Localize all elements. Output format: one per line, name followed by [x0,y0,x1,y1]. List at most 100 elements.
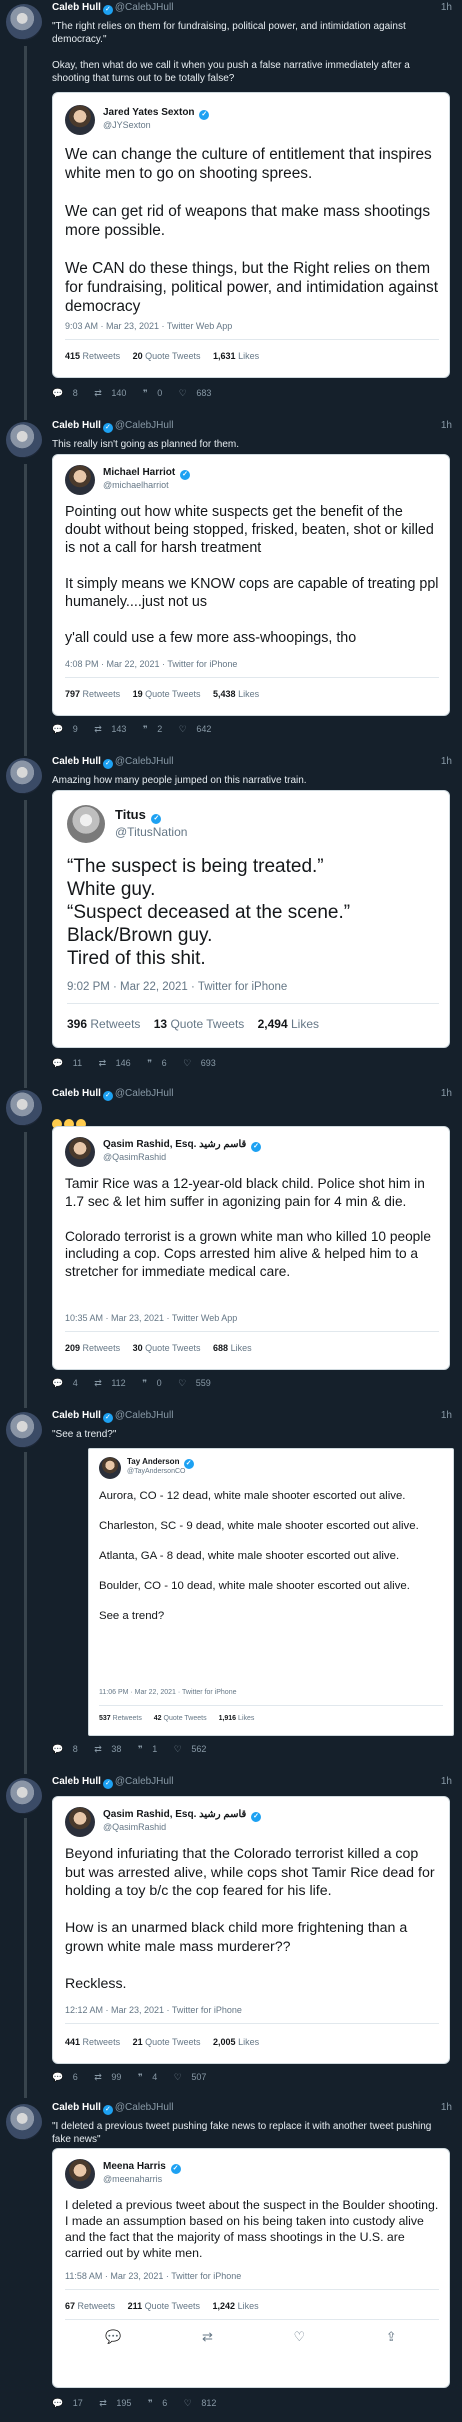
quoted-tweet-card[interactable]: Tay Anderson ✓ @TayAndersonCO Aurora, CO… [88,1448,454,1736]
tweet-time[interactable]: 1h [441,2102,452,2113]
quoted-tweet-card[interactable]: Qasim Rashid, Esq. قاسم رشید ✓ @QasimRas… [52,1126,450,1370]
tweet-time[interactable]: 1h [441,2,452,13]
quote-icon: ❞ [142,388,148,398]
like-button[interactable]: ♡ 507 [174,2072,214,2082]
tweet-header: Caleb Hull ✓ @CalebJHull 1h [52,756,452,770]
quoted-tweet-text: I deleted a previous tweet about the sus… [65,2198,439,2260]
author-name[interactable]: Caleb Hull [52,1088,101,1099]
quoted-tweet-card[interactable]: Titus ✓ @TitusNation “The suspect is bei… [52,790,450,1048]
avatar[interactable] [6,4,42,40]
quoted-tweet-meta: 10:35 AM · Mar 23, 2021 · Twitter Web Ap… [65,1313,238,1323]
author-handle[interactable]: @CalebJHull [115,1776,174,1787]
quote-button[interactable]: ❞ 6 [148,2398,174,2408]
thread-tweet[interactable]: Caleb Hull ✓ @CalebJHull 1h "I deleted a p… [0,2100,462,2422]
tweet-time[interactable]: 1h [441,1776,452,1787]
quoted-tweet-text: “The suspect is being treated.” White gu… [67,856,351,969]
quote-button[interactable]: ❞ 2 [143,724,169,734]
quote-button[interactable]: ❞ 1 [138,1744,164,1754]
share-icon[interactable]: ⇪ [386,2329,397,2345]
retweet-icon: ⇄ [94,724,102,734]
reply-button[interactable]: 💬 6 [52,2072,85,2082]
like-button[interactable]: ♡ 812 [184,2398,224,2408]
author-handle[interactable]: @CalebJHull [115,1410,174,1421]
like-button[interactable]: ♡ 559 [178,1378,218,1388]
thread-tweet[interactable]: Caleb Hull ✓ @CalebJHull 1h Qasim Rashid, … [0,1774,462,2100]
thread-tweet[interactable]: Caleb Hull ✓ @CalebJHull 1h Qasim Rashid, … [0,1086,462,1408]
tweet-time[interactable]: 1h [441,756,452,767]
author-name[interactable]: Caleb Hull [52,2,101,13]
quoted-avatar [65,1807,95,1837]
heart-icon: ♡ [183,1058,192,1068]
like-button[interactable]: ♡ 642 [179,724,219,734]
thread-tweet[interactable]: Caleb Hull ✓ @CalebJHull 1h Amazing how ma… [0,754,462,1086]
quoted-tweet-card[interactable]: Jared Yates Sexton ✓ @JYSexton We can ch… [52,92,450,378]
reply-icon[interactable]: 💬 [105,2329,121,2345]
heart-icon: ♡ [173,1744,182,1754]
author-handle[interactable]: @CalebJHull [115,756,174,767]
tweet-time[interactable]: 1h [441,1088,452,1099]
author-name[interactable]: Caleb Hull [52,2102,101,2113]
heart-icon: ♡ [178,388,187,398]
author-handle[interactable]: @CalebJHull [115,420,174,431]
heart-icon[interactable]: ♡ [294,2329,306,2345]
author-handle[interactable]: @CalebJHull [115,1088,174,1099]
avatar[interactable] [6,1412,42,1448]
quoted-tweet-card[interactable]: Meena Harris ✓ @meenaharris I deleted a … [52,2148,450,2388]
like-button[interactable]: ♡ 693 [183,1058,223,1068]
verified-badge-icon: ✓ [102,1413,113,1423]
retweet-icon: ⇄ [94,2072,102,2082]
reply-button[interactable]: 💬 8 [52,1744,85,1754]
author-name[interactable]: Caleb Hull [52,756,101,767]
author-handle[interactable]: @CalebJHull [115,2,174,13]
retweet-button[interactable]: ⇄ 143 [94,724,133,734]
tweet-time[interactable]: 1h [441,420,452,431]
divider [65,2023,439,2024]
tweet-time[interactable]: 1h [441,1410,452,1421]
tweet-actions: 💬 8 ⇄ 38 ❞ 1 ♡ 562 [52,1744,220,1755]
reply-button[interactable]: 💬 9 [52,724,85,734]
retweet-button[interactable]: ⇄ 99 [94,2072,128,2082]
author-name[interactable]: Caleb Hull [52,420,101,431]
quote-button[interactable]: ❞ 6 [147,1058,173,1068]
tweet-header: Caleb Hull ✓ @CalebJHull 1h [52,420,452,434]
quoted-tweet-card[interactable]: Michael Harriot ✓ @michaelharriot Pointi… [52,454,450,716]
reply-button[interactable]: 💬 17 [52,2398,90,2408]
quote-icon: ❞ [137,1744,143,1754]
retweet-button[interactable]: ⇄ 195 [99,2398,138,2408]
quote-button[interactable]: ❞ 4 [138,2072,164,2082]
author-name[interactable]: Caleb Hull [52,1776,101,1787]
reply-button[interactable]: 💬 4 [52,1378,85,1388]
avatar[interactable] [6,2104,42,2140]
like-button[interactable]: ♡ 562 [174,1744,214,1754]
thread-tweet[interactable]: Caleb Hull ✓ @CalebJHull 1h "The right rel… [0,0,462,422]
reply-button[interactable]: 💬 11 [52,1058,89,1068]
author-name[interactable]: Caleb Hull [52,1410,101,1421]
avatar[interactable] [6,1778,42,1814]
quoted-tweet-stats: 441 Retweets 21 Quote Tweets 2,005 Likes [65,2037,260,2047]
quoted-avatar [67,805,105,843]
retweet-button[interactable]: ⇄ 146 [99,1058,138,1068]
quoted-author-handle: @TayAndersonCO [127,1468,186,1475]
avatar[interactable] [6,422,42,458]
reply-button[interactable]: 💬 8 [52,388,85,398]
quote-icon: ❞ [137,2072,143,2082]
quote-icon: ❞ [142,1378,148,1388]
avatar[interactable] [6,1090,42,1126]
retweet-button[interactable]: ⇄ 112 [94,1378,132,1388]
author-handle[interactable]: @CalebJHull [115,2102,174,2113]
tweet-text: "See a trend?" [52,1429,117,1440]
retweet-button[interactable]: ⇄ 140 [94,388,133,398]
quote-button[interactable]: ❞ 0 [143,388,169,398]
thread-tweet[interactable]: Caleb Hull ✓ @CalebJHull 1h This really is… [0,418,462,754]
retweet-icon[interactable]: ⇄ [202,2329,213,2345]
heart-icon: ♡ [183,2398,192,2408]
verified-badge-icon: ✓ [170,2164,181,2174]
thread-tweet[interactable]: Caleb Hull ✓ @CalebJHull 1h "See a trend?"… [0,1408,462,1774]
quoted-tweet-text: Beyond infuriating that the Colorado ter… [65,1846,435,1992]
avatar[interactable] [6,758,42,794]
retweet-button[interactable]: ⇄ 38 [94,1744,128,1754]
quoted-tweet-card[interactable]: Qasim Rashid, Esq. قاسم رشید ✓ @QasimRas… [52,1796,450,2064]
quote-button[interactable]: ❞ 0 [142,1378,168,1388]
like-button[interactable]: ♡ 683 [179,388,219,398]
tweet-actions: 💬 8 ⇄ 140 ❞ 0 ♡ 683 [52,388,225,399]
